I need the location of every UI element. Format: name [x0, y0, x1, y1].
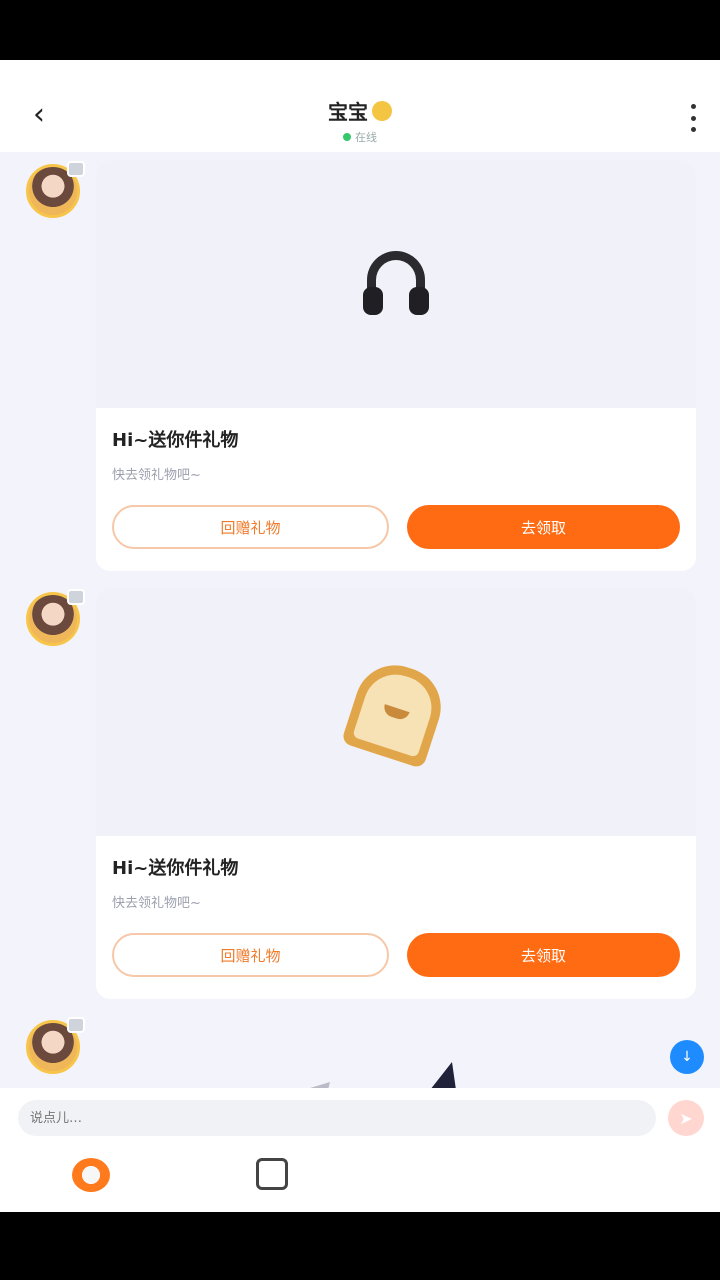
send-button[interactable]: ➤: [668, 1100, 704, 1136]
gift-card-actions: 回赠礼物 去领取: [112, 933, 680, 977]
more-menu-button[interactable]: [688, 104, 698, 132]
arrow-down-icon: ↓: [681, 1049, 693, 1065]
avatar-badge-icon: [67, 161, 85, 177]
send-icon: ➤: [679, 1108, 693, 1128]
scroll-new-message-button[interactable]: ↓: [670, 1040, 704, 1074]
avatar[interactable]: [26, 589, 85, 646]
gift-card-actions: 回赠礼物 去领取: [112, 505, 680, 549]
online-status: 在线: [260, 129, 460, 145]
message-input[interactable]: [18, 1100, 656, 1136]
view-gift-button[interactable]: 去领取: [407, 933, 680, 977]
avatar-badge-icon: [67, 589, 85, 605]
gift-art-partial: [310, 1062, 456, 1090]
gift-card-subtitle: 快去领礼物吧~: [112, 896, 201, 911]
gift-tool-icon[interactable]: [72, 1158, 110, 1192]
more-vertical-icon: [690, 104, 696, 109]
chat-screen: ‹ 宝宝 在线 Hi~送你件礼物 快去领礼物吧~ 回赠礼物 去领取 Hi~送你件…: [0, 60, 720, 1212]
chat-title-text: 宝宝: [328, 100, 368, 124]
gift-card: Hi~送你件礼物 快去领礼物吧~ 回赠礼物 去领取: [96, 588, 696, 999]
avatar[interactable]: [26, 1017, 85, 1074]
gift-image[interactable]: [96, 588, 696, 836]
gift-card-body: Hi~送你件礼物 快去领礼物吧~ 回赠礼物 去领取: [96, 836, 696, 999]
chat-title: 宝宝: [328, 96, 392, 125]
gift-card-body: Hi~送你件礼物 快去领礼物吧~ 回赠礼物 去领取: [96, 408, 696, 571]
view-gift-button[interactable]: 去领取: [407, 505, 680, 549]
back-button[interactable]: ‹: [22, 98, 56, 132]
image-tool-icon[interactable]: [256, 1158, 288, 1190]
emoji-icon: [372, 100, 392, 121]
headphones-icon: [361, 251, 431, 317]
chevron-left-icon: ‹: [33, 97, 45, 132]
more-dot: [690, 115, 696, 121]
avatar-badge-icon: [67, 1017, 85, 1033]
chat-header: ‹ 宝宝 在线: [0, 60, 720, 152]
gift-card-subtitle: 快去领礼物吧~: [112, 468, 201, 483]
toast-icon: [340, 654, 452, 770]
device-frame: ‹ 宝宝 在线 Hi~送你件礼物 快去领礼物吧~ 回赠礼物 去领取 Hi~送你件…: [0, 0, 720, 1280]
online-status-text: 在线: [355, 131, 377, 144]
chat-input-bar: ➤: [0, 1088, 720, 1212]
gift-image[interactable]: [96, 160, 696, 408]
more-dot: [690, 127, 696, 132]
chat-title-area: 宝宝 在线: [260, 96, 460, 145]
gift-card-title: Hi~送你件礼物: [112, 858, 239, 879]
return-gift-button[interactable]: 回赠礼物: [112, 505, 389, 549]
gift-card-title: Hi~送你件礼物: [112, 430, 239, 451]
online-dot-icon: [343, 133, 351, 141]
return-gift-button[interactable]: 回赠礼物: [112, 933, 389, 977]
avatar[interactable]: [26, 161, 85, 218]
gift-card: Hi~送你件礼物 快去领礼物吧~ 回赠礼物 去领取: [96, 160, 696, 571]
